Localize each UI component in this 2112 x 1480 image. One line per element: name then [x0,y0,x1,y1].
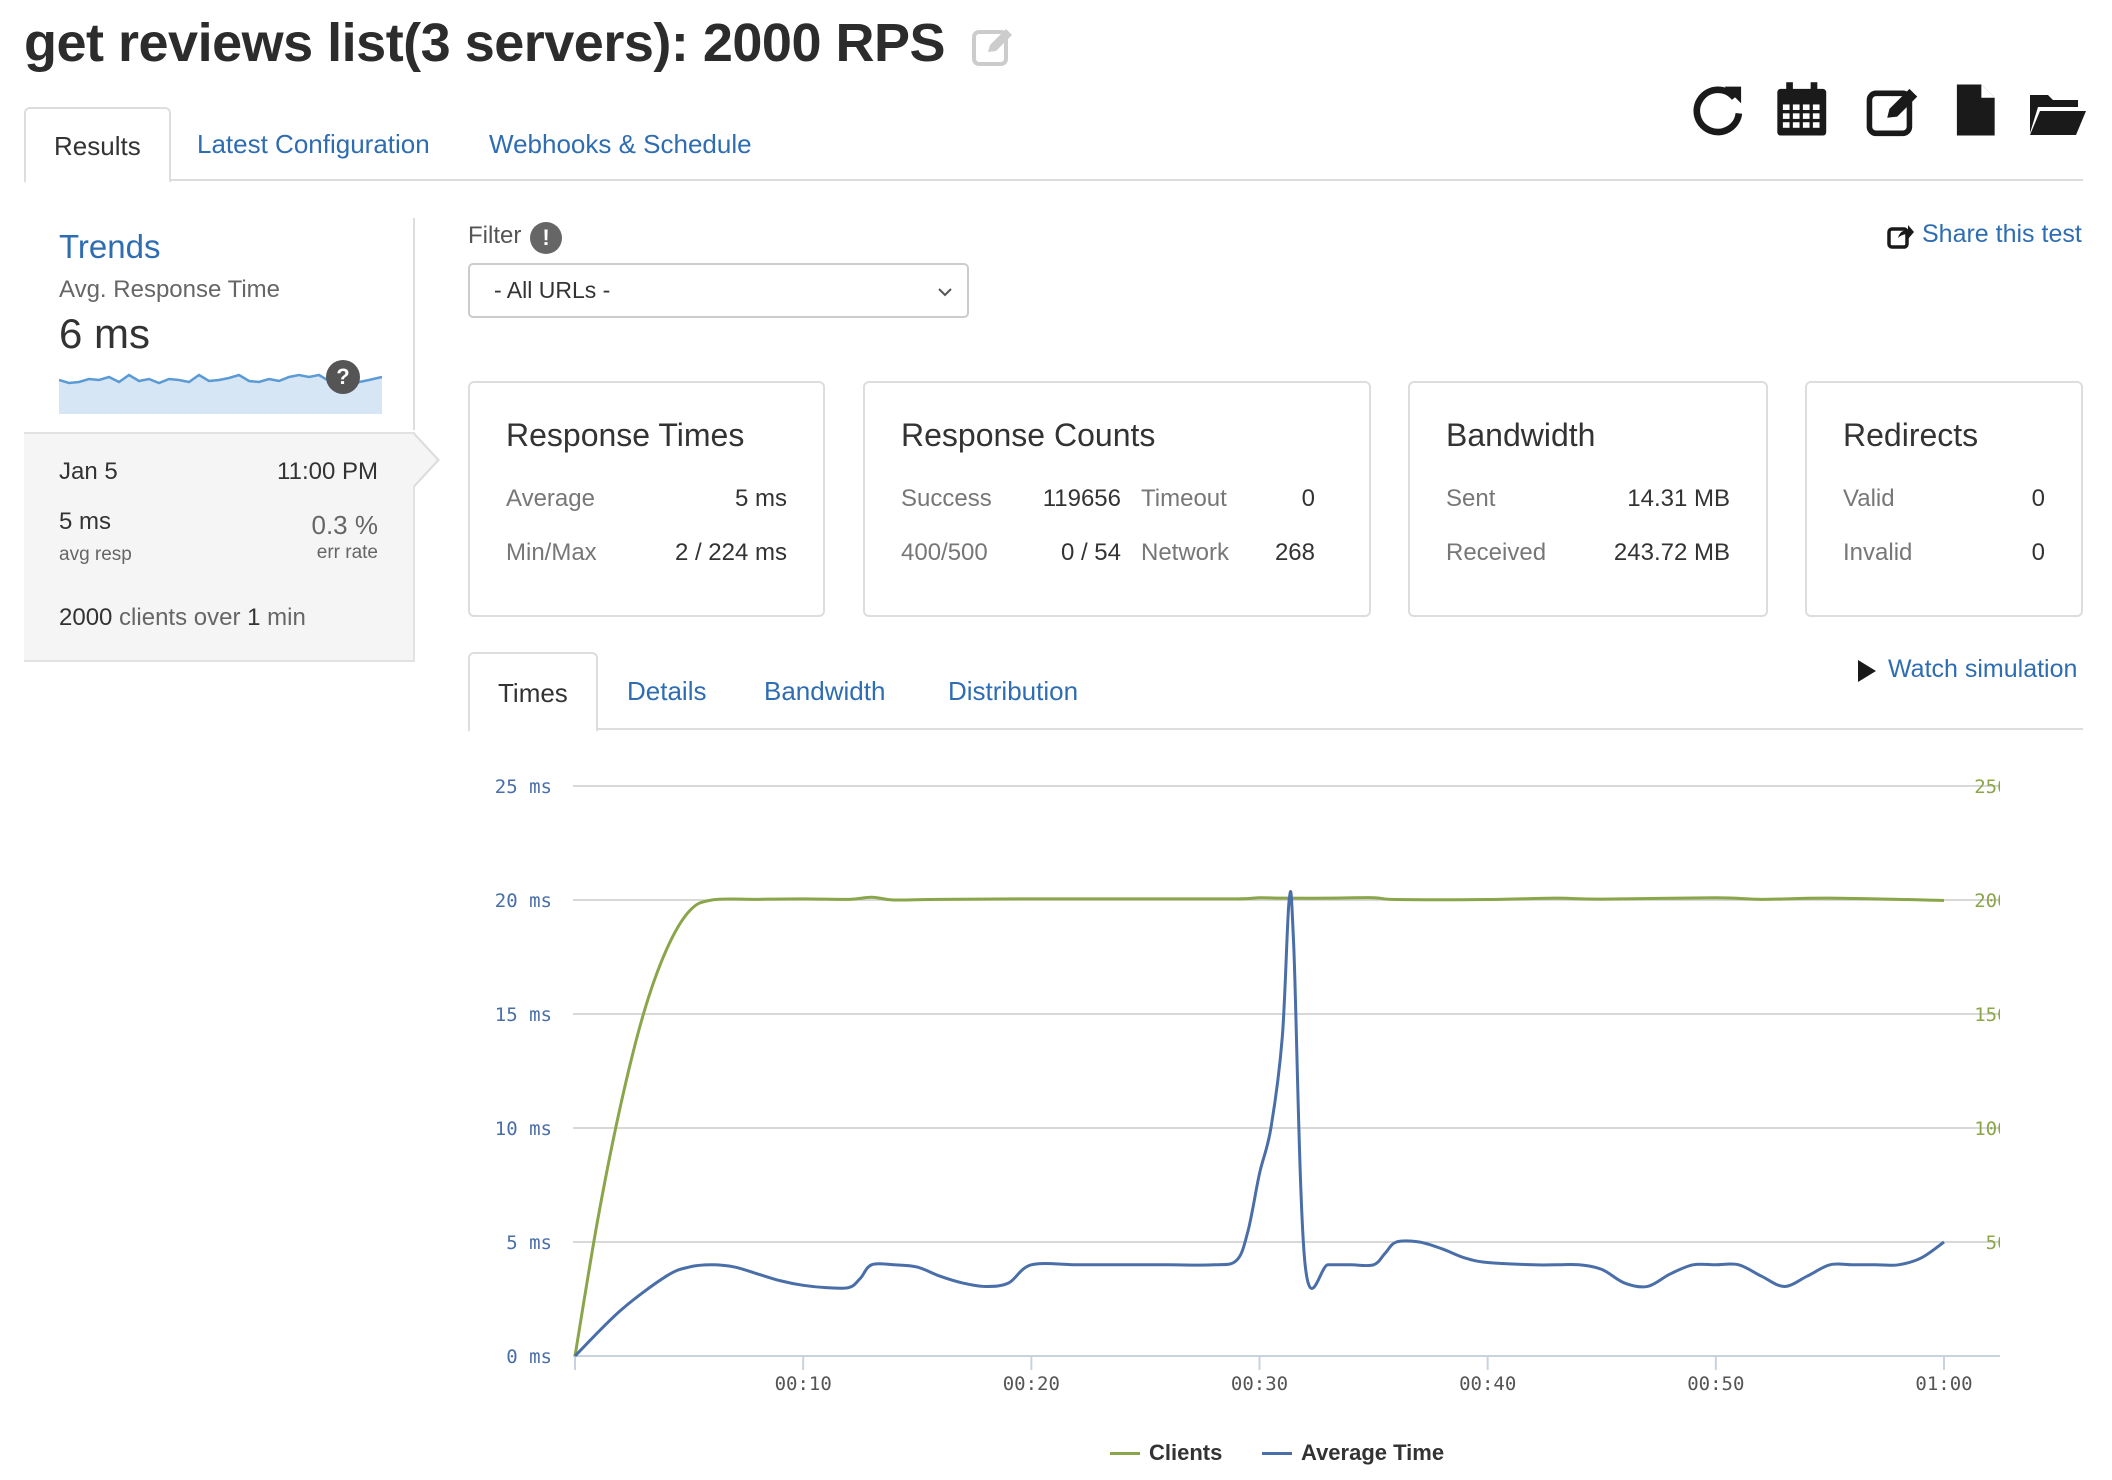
y-right-tick-label: 1500 [1974,1004,2000,1026]
rd-invalid-value: 0 [2031,539,2045,566]
page: get reviews list(3 servers): 2000 RPS Re… [0,0,2112,1480]
watch-simulation-link[interactable]: Watch simulation [1888,655,2077,684]
run-duration-unit: min [260,604,306,631]
share-test-link[interactable]: Share this test [1922,220,2082,249]
tab-details[interactable]: Details [627,654,706,728]
y-right-tick-label: 1000 [1974,1118,2000,1140]
run-time: 11:00 PM [277,458,378,485]
tab-bandwidth[interactable]: Bandwidth [764,654,885,728]
chevron-down-icon [938,288,952,297]
run-avg-resp-label: avg resp [59,544,132,565]
bw-received-label: Received [1446,539,1547,566]
bandwidth-title: Bandwidth [1446,417,1596,453]
response-times-title: Response Times [506,417,745,453]
filter-info-icon[interactable]: ! [530,222,562,254]
filter-label: Filter [468,222,522,249]
run-err-rate-label: err rate [316,542,378,563]
response-counts-title: Response Counts [901,417,1156,453]
x-tick-label: 00:10 [775,1373,832,1395]
response-counts-card: Response Counts Success 119656 Timeout 0… [863,381,1371,617]
run-clients-count: 2000 [59,604,113,631]
rt-minmax-value: 2 / 224 ms [674,539,787,566]
run-err-rate: 0.3 % [311,510,379,540]
url-filter-select[interactable]: - All URLs - [468,263,969,318]
x-tick-label: 00:40 [1459,1373,1516,1395]
redirects-card: Redirects Valid 0 Invalid 0 [1805,381,2083,617]
rd-invalid-label: Invalid [1843,539,1913,566]
y-right-tick-label: 2000 [1974,890,2000,912]
average-time-series-line [573,890,1945,1358]
clients-series-line [573,895,1945,1357]
rc-timeout-value: 0 [1301,485,1315,512]
page-title: get reviews list(3 servers): 2000 RPS [24,13,946,73]
tab-latest-configuration[interactable]: Latest Configuration [197,107,430,181]
rt-minmax-label: Min/Max [506,539,597,566]
run-duration-value: 1 [247,604,261,631]
tab-results[interactable]: Results [24,107,171,183]
edit-title-icon[interactable] [970,24,1016,70]
legend-clients-swatch [1110,1452,1140,1455]
tab-times[interactable]: Times [468,652,598,732]
redirects-title: Redirects [1843,417,1979,453]
rt-avg-label: Average [506,485,595,512]
rt-avg-value: 5 ms [734,485,787,512]
rd-valid-value: 0 [2031,485,2045,512]
times-chart: 0 ms5 ms10 ms15 ms20 ms25 ms050010001500… [495,776,2000,1395]
trend-metric-label: Avg. Response Time [59,276,281,303]
x-tick-label: 00:30 [1231,1373,1288,1395]
play-icon[interactable] [1856,658,1878,684]
y-left-tick-label: 10 ms [495,1118,552,1140]
trend-help-icon[interactable]: ? [326,360,360,394]
y-left-tick-label: 20 ms [495,890,552,912]
url-filter-selected: - All URLs - [494,277,611,303]
legend-average-time-label[interactable]: Average Time [1301,1440,1444,1466]
rc-http-err-label: 400/500 [901,539,988,566]
tab-distribution[interactable]: Distribution [948,654,1078,728]
rd-valid-label: Valid [1843,485,1895,512]
sidebar-divider [413,218,415,430]
x-tick-label: 00:20 [1003,1373,1060,1395]
x-tick-label: 01:00 [1915,1373,1972,1395]
bandwidth-card: Bandwidth Sent 14.31 MB Received 243.72 … [1408,381,1768,617]
trend-metric-value: 6 ms [59,310,151,357]
tab-webhooks-schedule[interactable]: Webhooks & Schedule [489,107,752,181]
run-clients-text: clients over [112,604,248,631]
run-clients-summary: 2000 clients over 1 min [59,604,306,632]
rc-timeout-label: Timeout [1141,485,1227,512]
legend-clients-label[interactable]: Clients [1149,1440,1222,1466]
bw-received-value: 243.72 MB [1613,539,1730,566]
y-left-tick-label: 0 ms [506,1346,552,1368]
run-card-pointer [413,434,437,486]
rc-http-err-value: 0 / 54 [1060,539,1121,566]
top-tabs: Results Latest Configuration Webhooks & … [24,107,2083,183]
run-avg-resp: 5 ms [59,508,112,535]
y-left-tick-label: 15 ms [495,1004,552,1026]
run-date: Jan 5 [59,458,118,485]
rc-network-value: 268 [1274,539,1315,566]
legend-average-time-swatch [1262,1452,1292,1455]
y-left-tick-label: 5 ms [506,1232,552,1254]
test-run-card[interactable]: Jan 5 11:00 PM 5 ms avg resp 0.3 % err r… [24,432,440,662]
y-right-tick-label: 2500 [1974,776,2000,798]
rc-success-value: 119656 [1042,485,1121,512]
rc-success-label: Success [901,485,992,512]
bw-sent-value: 14.31 MB [1627,485,1730,512]
chart-tabs: Times Details Bandwidth Distribution [468,652,2083,732]
x-tick-label: 00:50 [1687,1373,1744,1395]
response-times-card: Response Times Average 5 ms Min/Max 2 / … [468,381,825,617]
trends-link[interactable]: Trends [59,228,160,266]
rc-network-label: Network [1141,539,1230,566]
y-left-tick-label: 25 ms [495,776,552,798]
share-icon[interactable] [1886,222,1914,250]
y-right-tick-label: 500 [1986,1232,2000,1254]
bw-sent-label: Sent [1446,485,1496,512]
